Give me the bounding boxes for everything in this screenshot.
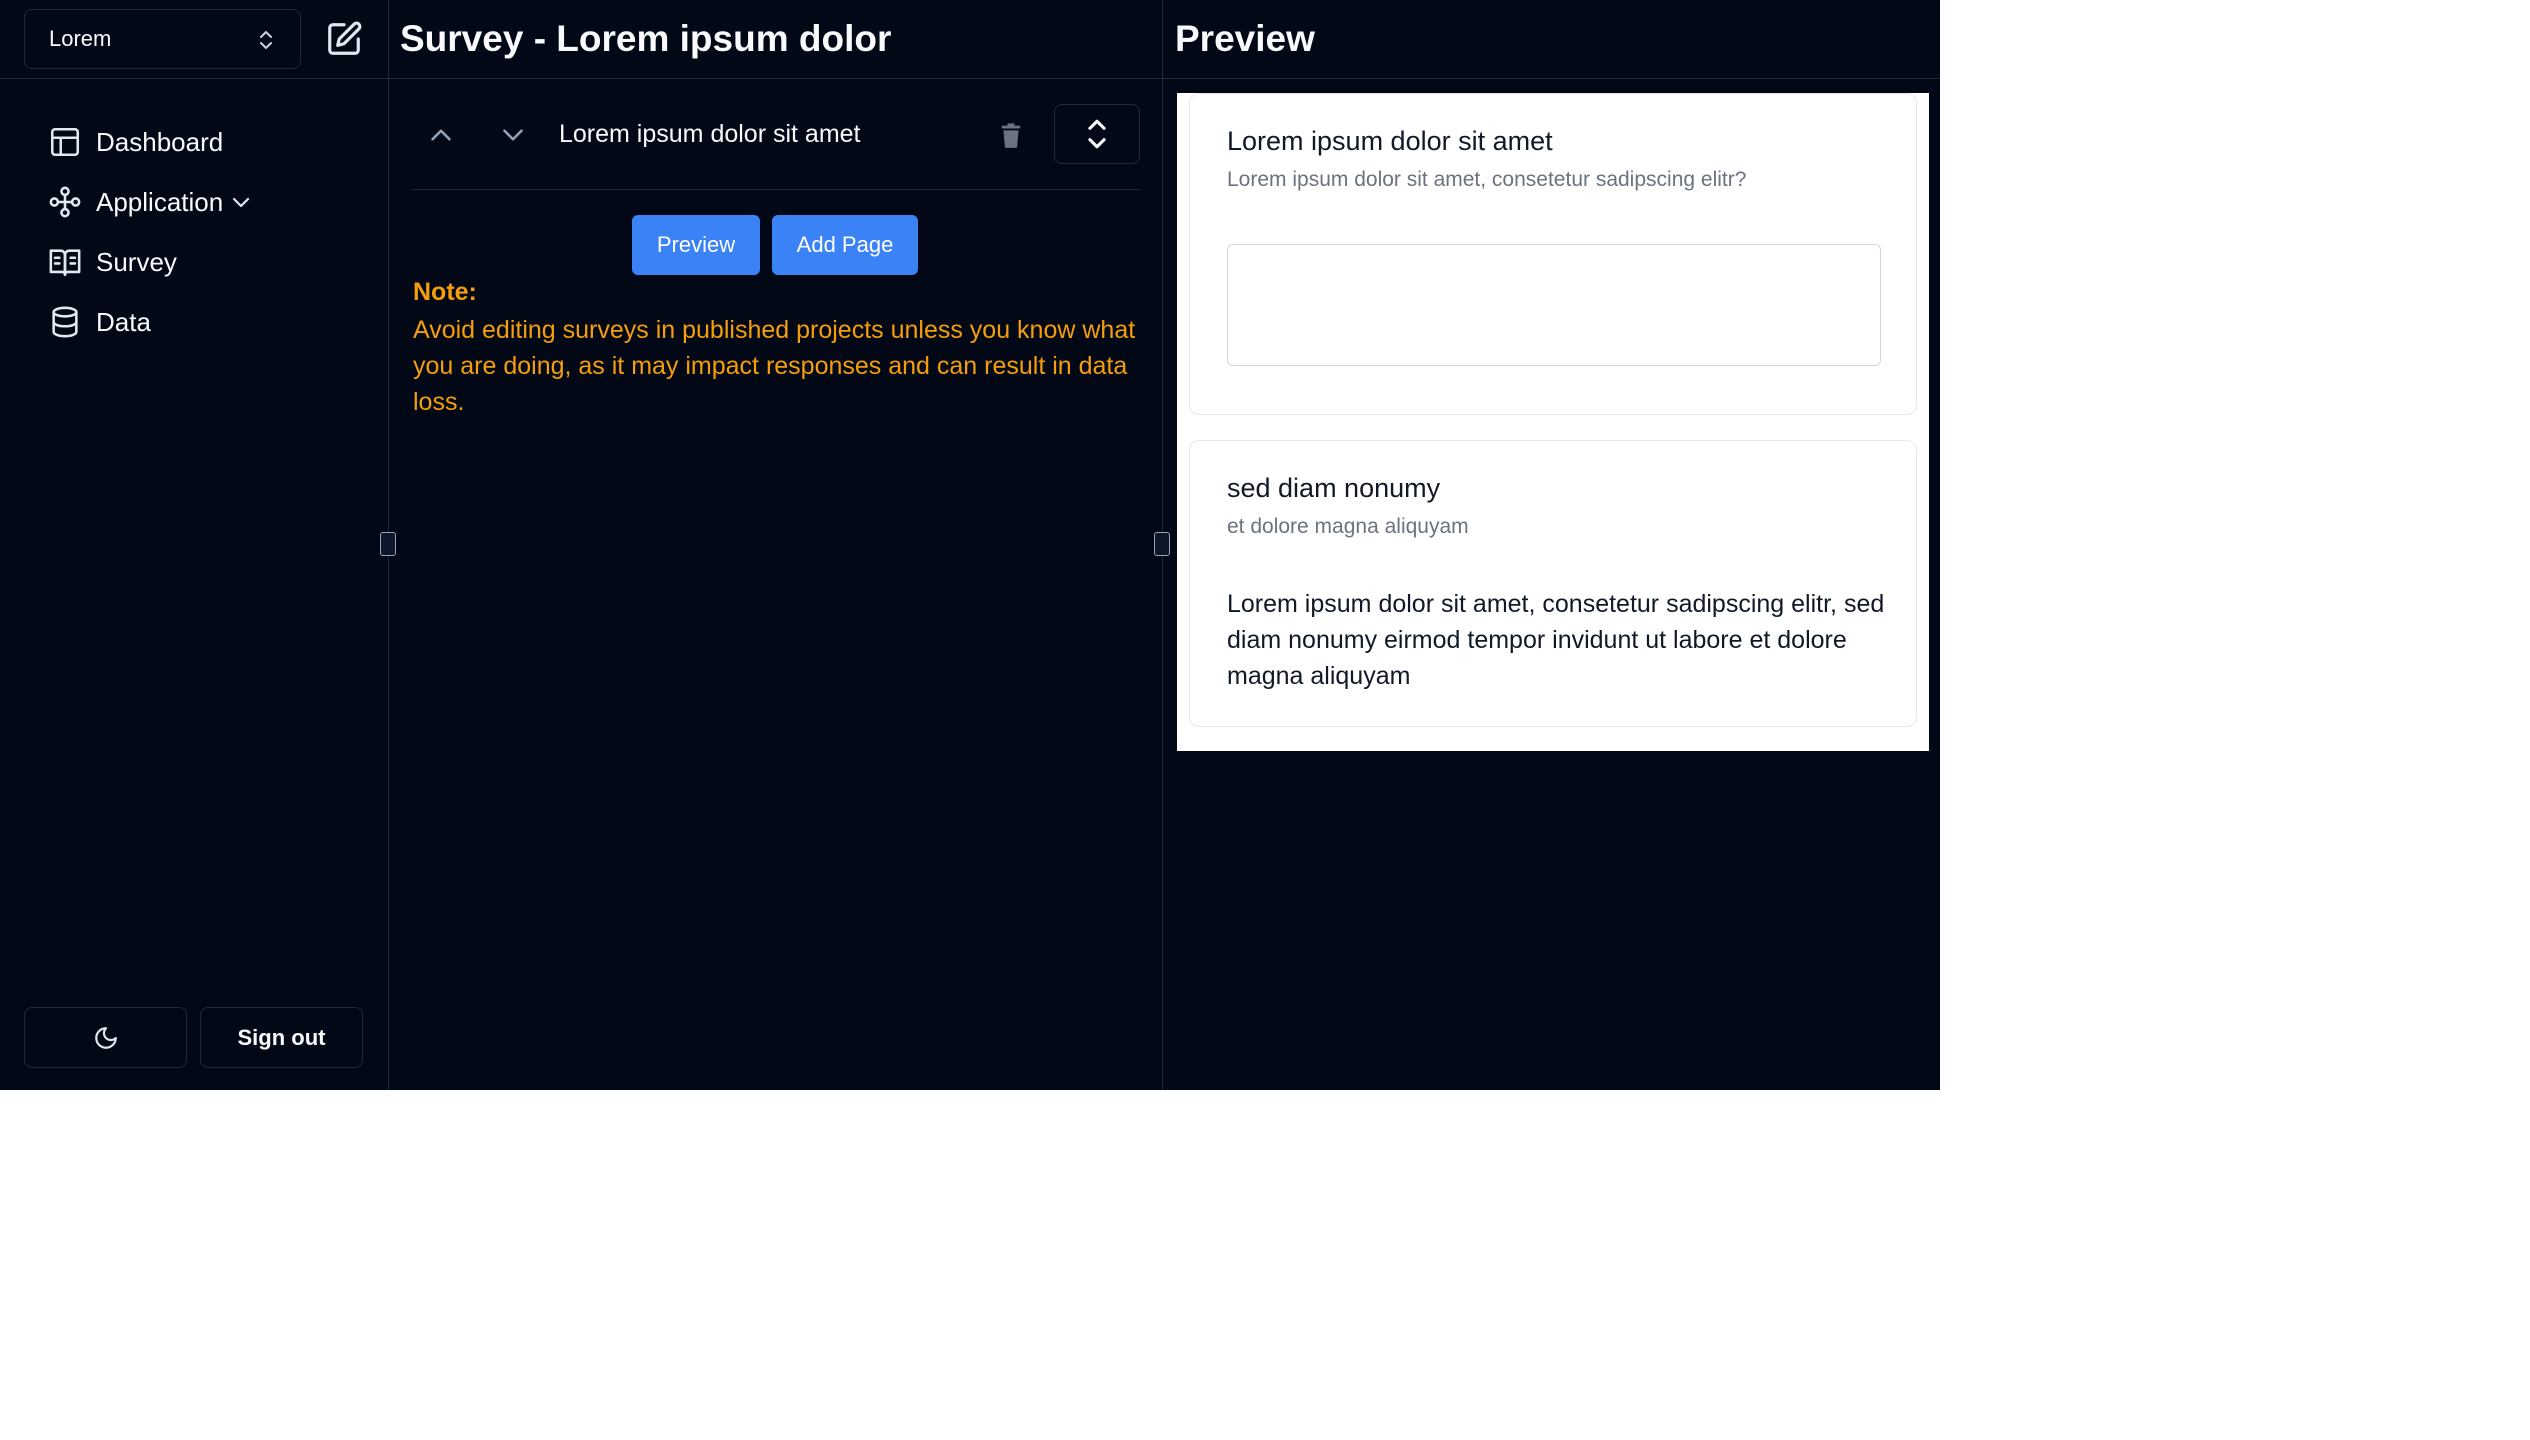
sign-out-button[interactable]: Sign out — [200, 1007, 363, 1068]
sidebar-item-dashboard[interactable]: Dashboard — [48, 112, 253, 172]
workflow-icon — [49, 186, 81, 218]
sidebar-item-survey[interactable]: Survey — [48, 232, 253, 292]
preview-button[interactable]: Preview — [632, 215, 760, 275]
sidebar-item-label: Dashboard — [96, 126, 224, 157]
sidebar-item-label: Data — [96, 306, 151, 337]
chevron-down-icon[interactable] — [496, 118, 530, 152]
preview-info-card: sed diam nonumy et dolore magna aliquyam… — [1189, 440, 1917, 727]
question-title[interactable]: Lorem ipsum dolor sit amet — [559, 120, 861, 149]
trash-icon[interactable] — [997, 120, 1025, 150]
chevron-down-icon — [233, 197, 250, 208]
info-card-title: sed diam nonumy — [1227, 473, 1441, 503]
theme-toggle-button[interactable] — [24, 1007, 187, 1068]
info-card-body: Lorem ipsum dolor sit amet, consetetur s… — [1227, 590, 1885, 690]
project-select-value: Lorem — [49, 26, 112, 51]
question-card-title: Lorem ipsum dolor sit amet — [1227, 126, 1553, 156]
sidebar-nav: Dashboard Application Survey Data — [48, 112, 253, 352]
sidebar-header-divider — [0, 78, 388, 79]
add-page-button[interactable]: Add Page — [772, 215, 918, 275]
question-row: Lorem ipsum dolor sit amet — [412, 96, 1140, 174]
preview-title: Preview — [1175, 18, 1315, 59]
sidebar-item-application[interactable]: Application — [48, 172, 253, 232]
database-icon — [52, 306, 78, 338]
book-open-icon — [49, 249, 81, 277]
chevrons-up-down-icon — [1088, 119, 1106, 149]
project-select[interactable]: Lorem — [24, 9, 301, 69]
survey-preview: Lorem ipsum dolor sit amet Lorem ipsum d… — [1177, 93, 1929, 751]
sidebar: Lorem Dashboard Application Survey Data … — [0, 0, 388, 1090]
resize-handle[interactable] — [1154, 532, 1170, 556]
info-card-description: et dolore magna aliquyam — [1227, 515, 1469, 538]
edit-icon[interactable] — [325, 20, 363, 58]
chevrons-up-down-icon — [260, 31, 272, 49]
preview-question-card: Lorem ipsum dolor sit amet Lorem ipsum d… — [1189, 93, 1917, 415]
sidebar-item-data[interactable]: Data — [48, 292, 253, 352]
moon-icon — [94, 1026, 117, 1049]
note-text: Avoid editing surveys in published proje… — [413, 316, 1136, 416]
sidebar-item-label: Application — [96, 186, 224, 217]
answer-textarea[interactable] — [1227, 244, 1881, 366]
note-label: Note: — [413, 278, 477, 306]
app-window: Lorem Dashboard Application Survey Data … — [0, 0, 1940, 1090]
page-title: Survey - Lorem ipsum dolor — [400, 18, 892, 59]
chevron-up-icon[interactable] — [424, 118, 458, 152]
resize-handle[interactable] — [380, 532, 396, 556]
question-card-description: Lorem ipsum dolor sit amet, consetetur s… — [1227, 168, 1747, 191]
header-divider — [389, 78, 1940, 79]
sidebar-item-label: Survey — [96, 246, 177, 277]
layout-icon — [50, 127, 80, 157]
question-divider — [412, 189, 1140, 190]
expand-question-button[interactable] — [1054, 104, 1140, 164]
